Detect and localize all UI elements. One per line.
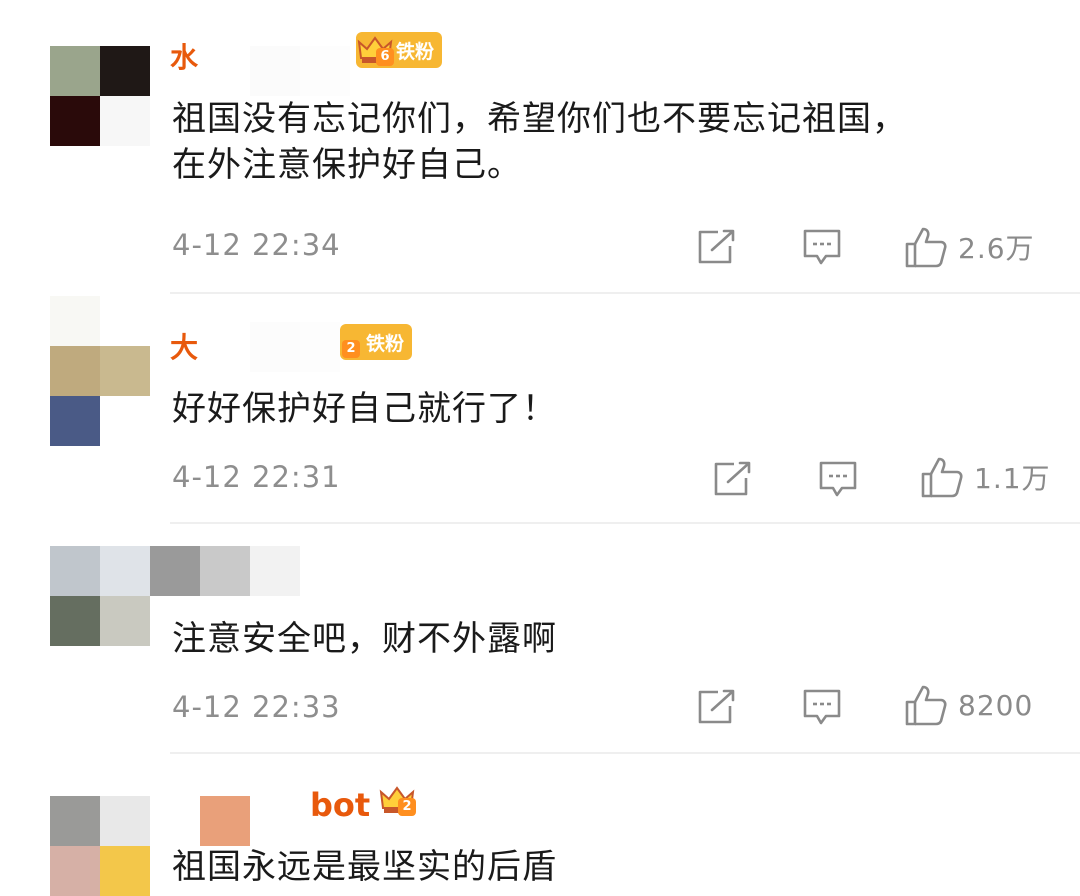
- divider: [170, 292, 1080, 294]
- comment-icon: [803, 689, 841, 725]
- comment-text-line: 好好保护好自己就行了！: [172, 389, 557, 429]
- reply-button[interactable]: [802, 688, 842, 728]
- comment-icon: [819, 461, 857, 497]
- comment-timestamp: 4-12 22:34: [172, 228, 341, 262]
- avatar[interactable]: [50, 46, 150, 146]
- badge-level: 2: [342, 340, 360, 358]
- username[interactable]: bot: [310, 786, 370, 824]
- comment-text-line: 注意安全吧，财不外露啊: [172, 619, 557, 659]
- thumbs-up-icon: [905, 227, 947, 268]
- username[interactable]: 大: [170, 326, 198, 366]
- share-button[interactable]: [696, 688, 736, 726]
- like-count: 1.1万: [974, 462, 1051, 495]
- comment-text: 祖国永远是最坚实的后盾: [172, 844, 557, 890]
- share-icon: [698, 229, 735, 264]
- comment-text: 祖国没有忘记你们，希望你们也不要忘记祖国， 在外注意保护好自己。: [172, 96, 907, 188]
- username[interactable]: 水: [170, 36, 198, 76]
- like-count: 2.6万: [958, 232, 1035, 265]
- fan-badge[interactable]: 2: [378, 782, 416, 818]
- comment-text-line: 在外注意保护好自己。: [172, 145, 522, 185]
- like-button[interactable]: 2.6万: [904, 226, 1035, 268]
- badge-level: 2: [398, 798, 416, 816]
- comment-icon: [803, 229, 841, 265]
- badge-label: 铁粉: [366, 332, 405, 355]
- username-mosaic: [200, 796, 300, 846]
- avatar[interactable]: [50, 546, 150, 646]
- badge-level: 6: [376, 48, 394, 66]
- divider: [170, 522, 1080, 524]
- fan-badge[interactable]: 2 铁粉: [340, 324, 413, 360]
- comment-text-line: 祖国永远是最坚实的后盾: [172, 847, 557, 887]
- crown-icon: 2: [340, 324, 364, 360]
- avatar[interactable]: [50, 296, 150, 446]
- like-button[interactable]: 1.1万: [920, 456, 1051, 498]
- avatar[interactable]: [50, 796, 150, 896]
- crown-icon: 6: [356, 32, 394, 68]
- share-icon: [714, 461, 751, 496]
- share-button[interactable]: [712, 460, 752, 498]
- username-mosaic: [200, 46, 350, 96]
- username-mosaic: [150, 546, 300, 596]
- username-mosaic: [200, 322, 340, 372]
- comment-text: 注意安全吧，财不外露啊: [172, 616, 557, 662]
- like-button[interactable]: 8200: [904, 684, 1033, 726]
- comment-timestamp: 4-12 22:31: [172, 460, 341, 494]
- thumbs-up-icon: [921, 457, 963, 498]
- like-count: 8200: [958, 688, 1034, 722]
- share-icon: [698, 689, 735, 724]
- crown-icon: 2: [378, 782, 416, 818]
- comment-text-line: 祖国没有忘记你们，希望你们也不要忘记祖国，: [172, 99, 907, 139]
- reply-button[interactable]: [802, 228, 842, 268]
- reply-button[interactable]: [818, 460, 858, 500]
- badge-label: 铁粉: [396, 40, 435, 63]
- comment-text: 好好保护好自己就行了！: [172, 386, 557, 432]
- share-button[interactable]: [696, 228, 736, 266]
- fan-badge[interactable]: 6 铁粉: [356, 32, 443, 68]
- thumbs-up-icon: [905, 685, 947, 726]
- comment-timestamp: 4-12 22:33: [172, 690, 341, 724]
- divider: [170, 752, 1080, 754]
